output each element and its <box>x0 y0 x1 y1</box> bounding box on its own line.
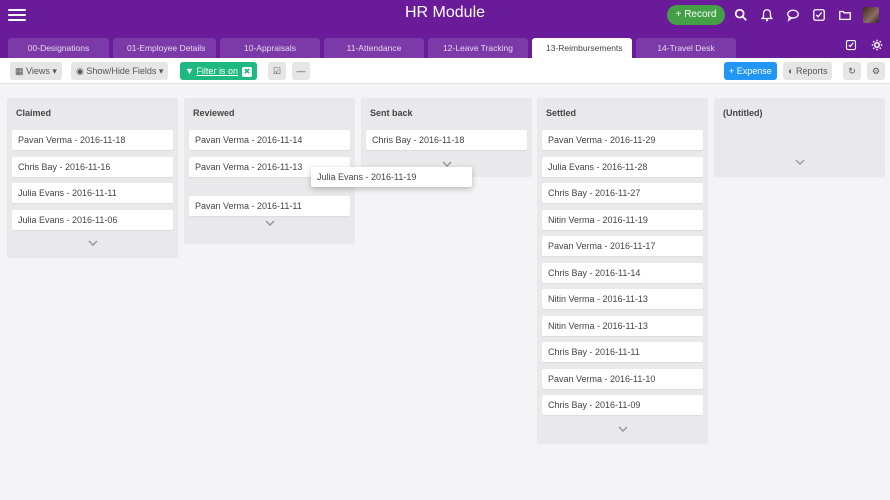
expand-chevron-icon[interactable] <box>263 218 277 228</box>
card[interactable]: Pavan Verma - 2016-11-10 <box>542 368 703 389</box>
column-claimed: Claimed Pavan Verma - 2016-11-18 Chris Bay… <box>7 98 178 258</box>
checklist-button[interactable]: ☑ <box>268 62 286 80</box>
eye-icon: ◉ <box>76 66 84 76</box>
card[interactable]: Nitin Verma - 2016-11-13 <box>542 289 703 309</box>
top-bar: HR Module + Record 00-Designations 01-Emp… <box>0 0 890 58</box>
toolbar: ▦ Views ▾ ◉ Show/Hide Fields ▾ ▼ Filter … <box>0 58 890 84</box>
card[interactable]: Nitin Verma - 2016-11-13 <box>542 315 703 336</box>
tab-14-travel-desk[interactable]: 14-Travel Desk <box>636 38 736 58</box>
views-label: Views <box>26 66 50 76</box>
card[interactable]: Pavan Verma - 2016-11-18 <box>12 130 173 150</box>
gear-icon: ⚙ <box>871 66 881 76</box>
tab-13-reimbursements[interactable]: 13-Reimbursements <box>532 38 632 58</box>
column-untitled: (Untitled) <box>714 98 885 177</box>
refresh-icon: ↻ <box>848 66 856 76</box>
dragging-card[interactable]: Julia Evans - 2016-11-19 <box>311 167 472 187</box>
bell-icon[interactable] <box>758 6 776 24</box>
filter-label: Filter is on <box>196 66 238 76</box>
chevron-down-icon: ▾ <box>158 66 164 76</box>
tab-checkbox-icon[interactable] <box>844 38 858 52</box>
search-icon[interactable] <box>732 6 750 24</box>
card[interactable]: Pavan Verma - 2016-11-11 <box>189 196 350 216</box>
tab-10-appraisals[interactable]: 10-Appraisals <box>220 38 320 58</box>
expand-chevron-icon[interactable] <box>86 238 100 248</box>
chat-icon[interactable] <box>784 6 802 24</box>
expand-chevron-icon[interactable] <box>793 157 807 167</box>
add-expense-button[interactable]: + Expense <box>724 62 777 80</box>
card[interactable]: Julia Evans - 2016-11-06 <box>12 209 173 230</box>
pie-chart-icon: ◐ <box>788 66 794 76</box>
grid-icon: ▦ <box>15 66 24 76</box>
more-button[interactable]: — <box>292 62 310 80</box>
column-title: Reviewed <box>193 108 235 118</box>
user-avatar[interactable] <box>862 6 880 24</box>
card[interactable]: Chris Bay - 2016-11-16 <box>12 156 173 177</box>
card[interactable]: Chris Bay - 2016-11-09 <box>542 395 703 415</box>
tab-00-designations[interactable]: 00-Designations <box>8 38 109 58</box>
tab-12-leave-tracking[interactable]: 12-Leave Tracking <box>428 38 528 58</box>
board-settings-button[interactable]: ⚙ <box>867 62 885 80</box>
column-title: Settled <box>546 108 577 118</box>
card[interactable]: Pavan Verma - 2016-11-17 <box>542 236 703 256</box>
show-hide-fields-dropdown[interactable]: ◉ Show/Hide Fields ▾ <box>71 62 169 80</box>
column-settled: Settled Pavan Verma - 2016-11-29 Julia Eva… <box>537 98 708 444</box>
reports-button[interactable]: ◐ Reports <box>783 62 833 80</box>
show-hide-fields-label: Show/Hide Fields <box>86 66 157 76</box>
card[interactable]: Pavan Verma - 2016-11-29 <box>542 130 703 150</box>
record-button-label: Record <box>684 9 717 20</box>
column-title: Sent back <box>370 108 413 118</box>
chevron-down-icon: ▾ <box>52 66 57 76</box>
column-sent-back: Sent back Chris Bay - 2016-11-18 <box>361 98 532 177</box>
expand-chevron-icon[interactable] <box>616 424 630 434</box>
checkbox-icon[interactable] <box>810 6 828 24</box>
refresh-button[interactable]: ↻ <box>843 62 861 80</box>
card[interactable]: Julia Evans - 2016-11-11 <box>12 183 173 203</box>
tab-11-attendance[interactable]: 11-Attendance <box>324 38 424 58</box>
column-title: Claimed <box>16 108 52 118</box>
expense-label: Expense <box>736 66 772 76</box>
card[interactable]: Pavan Verma - 2016-11-14 <box>189 130 350 150</box>
filter-icon: ▼ <box>185 66 194 76</box>
card[interactable]: Chris Bay - 2016-11-14 <box>542 262 703 283</box>
card[interactable]: Julia Evans - 2016-11-28 <box>542 156 703 177</box>
minus-icon: — <box>296 66 306 76</box>
clear-filter-icon[interactable]: ✖ <box>241 66 252 77</box>
tab-01-employee-details[interactable]: 01-Employee Details <box>113 38 216 58</box>
reports-label: Reports <box>795 66 828 76</box>
plus-icon: + <box>729 66 735 76</box>
card[interactable]: Chris Bay - 2016-11-27 <box>542 183 703 203</box>
add-record-button[interactable]: + Record <box>667 5 725 25</box>
checklist-icon: ☑ <box>272 66 282 76</box>
settings-gear-icon[interactable] <box>870 38 884 52</box>
card[interactable]: Chris Bay - 2016-11-18 <box>366 130 527 150</box>
views-dropdown[interactable]: ▦ Views ▾ <box>10 62 62 80</box>
column-title: (Untitled) <box>723 108 763 118</box>
card[interactable]: Chris Bay - 2016-11-11 <box>542 342 703 362</box>
filter-button[interactable]: ▼ Filter is on ✖ <box>180 62 257 80</box>
card[interactable]: Nitin Verma - 2016-11-19 <box>542 209 703 230</box>
folder-icon[interactable] <box>836 6 854 24</box>
